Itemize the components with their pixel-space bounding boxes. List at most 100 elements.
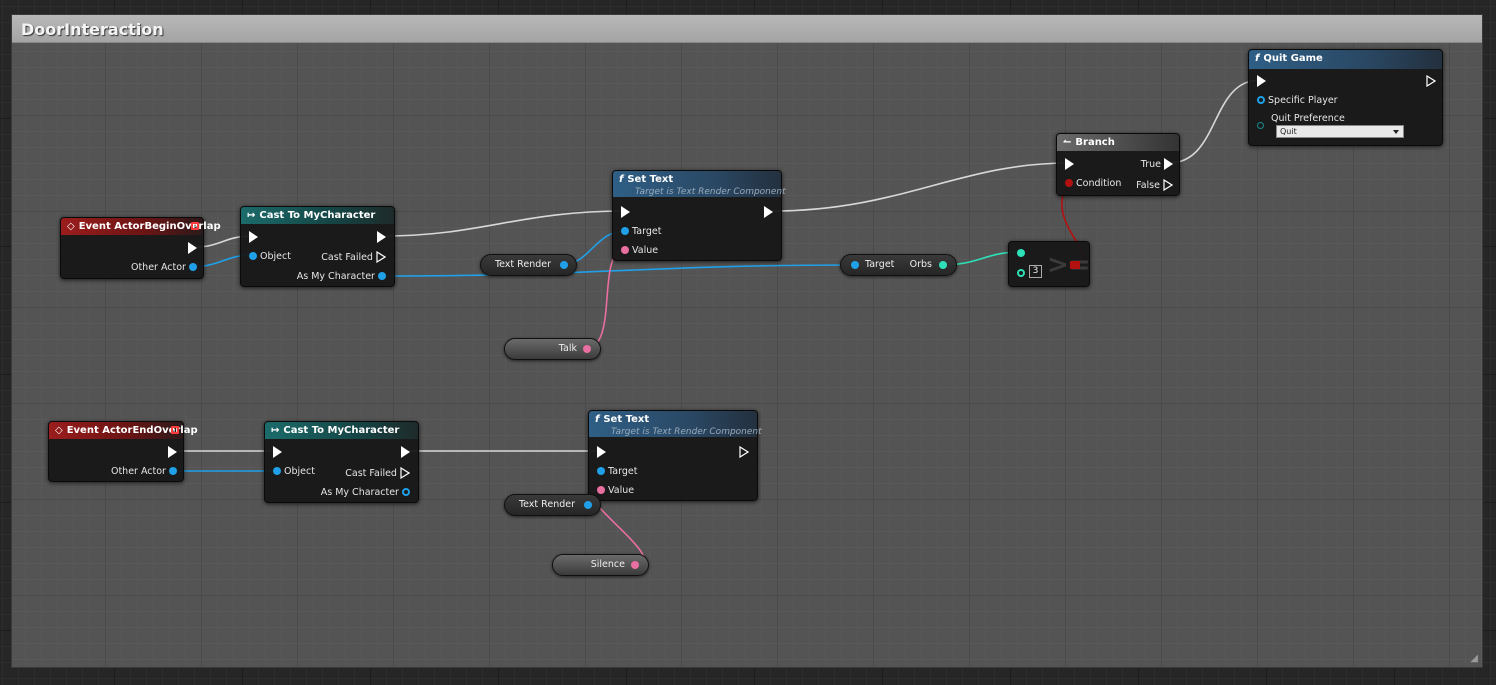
pin-label: Value — [608, 485, 635, 496]
exec-in-pin[interactable] — [1065, 158, 1074, 171]
integer-pin-icon[interactable] — [939, 261, 947, 269]
node-header[interactable]: ◇ Event ActorEndOverlap — [49, 422, 198, 439]
node-header[interactable]: f Quit Game — [1249, 50, 1442, 69]
object-pin[interactable]: Object — [273, 466, 315, 478]
pin-label: Object — [284, 466, 315, 477]
delegate-pin-icon[interactable] — [191, 222, 199, 230]
node-title: Set Text — [603, 414, 650, 425]
exec-in-icon — [249, 231, 258, 243]
blueprint-graph[interactable]: DoorInteraction ◢ ◇ Event ActorBeginOver… — [0, 0, 1496, 685]
orbs-getter-node[interactable]: Target Orbs — [840, 254, 957, 276]
false-pin[interactable]: False — [1136, 179, 1173, 192]
delegate-pin-icon[interactable] — [171, 426, 179, 434]
greater-equal-compare-node[interactable]: 3 >= — [1008, 241, 1091, 287]
true-pin[interactable]: True — [1141, 158, 1173, 171]
node-header[interactable]: ◇ Event ActorBeginOverlap — [61, 218, 221, 235]
exec-out-icon — [764, 206, 773, 218]
node-header[interactable]: ↼ Branch — [1057, 134, 1179, 151]
enum-pin-icon[interactable] — [1257, 122, 1264, 129]
target-pin[interactable]: Target — [597, 466, 637, 478]
comment-title[interactable]: DoorInteraction — [12, 15, 1482, 43]
pin-label: Value — [632, 245, 659, 256]
quit-game-node[interactable]: f Quit Game Specific Player Quit Preferen… — [1248, 49, 1443, 146]
text-render-variable[interactable]: Text Render — [480, 254, 577, 276]
node-header[interactable]: ↦ Cast To MyCharacter — [241, 207, 394, 224]
exec-out-icon — [739, 446, 749, 458]
exec-out-pin[interactable] — [188, 242, 197, 255]
pin-label: Other Actor — [130, 262, 186, 273]
node-header[interactable]: ↦ Cast To MyCharacter — [265, 422, 418, 439]
node-header[interactable]: f Set Text Target is Text Render Componen… — [613, 171, 786, 197]
silence-text-literal[interactable]: Silence — [552, 554, 649, 576]
integer-pin-icon[interactable] — [1017, 249, 1025, 257]
integer-pin-icon[interactable] — [1017, 269, 1025, 277]
exec-out-pin[interactable] — [739, 446, 749, 459]
exec-out-pin[interactable] — [1426, 75, 1436, 88]
quit-preference-dropdown[interactable]: Quit — [1276, 125, 1404, 138]
target-label: Target — [865, 259, 895, 270]
text-render-variable[interactable]: Text Render — [504, 494, 601, 516]
cast-icon: ↦ — [247, 210, 256, 221]
object-pin-icon — [621, 227, 629, 235]
object-pin-icon — [249, 252, 257, 260]
event-icon: ◇ — [67, 221, 75, 232]
object-pin-icon[interactable] — [851, 261, 859, 269]
target-pin[interactable]: Target — [621, 226, 661, 238]
as-my-character-pin[interactable]: As My Character — [297, 271, 386, 283]
node-title: Branch — [1075, 137, 1115, 148]
function-icon: f — [1255, 53, 1260, 64]
cast-to-mycharacter-node[interactable]: ↦ Cast To MyCharacter Object Cast Failed … — [240, 206, 395, 287]
text-pin-icon — [597, 486, 605, 494]
set-text-node[interactable]: f Set Text Target is Text Render Componen… — [612, 170, 786, 261]
talk-text-literal[interactable]: Talk — [504, 338, 601, 360]
text-pin-icon[interactable] — [631, 561, 639, 569]
pin-label: As My Character — [320, 487, 399, 498]
cast-failed-pin[interactable]: Cast Failed — [321, 251, 386, 264]
variable-label: Text Render — [494, 259, 551, 270]
greater-equal-icon: >= — [1047, 250, 1091, 280]
exec-out-pin[interactable] — [401, 446, 410, 459]
condition-pin[interactable]: Condition — [1065, 178, 1121, 190]
exec-in-pin[interactable] — [249, 231, 258, 244]
node-header[interactable]: f Set Text Target is Text Render Componen… — [589, 411, 762, 437]
object-pin-icon[interactable] — [560, 261, 568, 269]
boolean-pin-icon[interactable] — [1070, 261, 1080, 269]
event-actor-end-overlap-node[interactable]: ◇ Event ActorEndOverlap Other Actor — [48, 421, 198, 482]
exec-out-pin[interactable] — [168, 446, 177, 459]
cast-to-mycharacter-node[interactable]: ↦ Cast To MyCharacter Object Cast Failed … — [264, 421, 419, 503]
integer-input-field[interactable]: 3 — [1029, 265, 1042, 278]
pin-label: Specific Player — [1268, 95, 1338, 106]
object-pin-icon — [273, 467, 281, 475]
value-pin[interactable]: Value — [621, 245, 658, 257]
variable-label: Silence — [590, 559, 625, 570]
node-title: Event ActorBeginOverlap — [78, 221, 221, 232]
exec-in-pin[interactable] — [597, 446, 606, 459]
resize-grip-icon[interactable]: ◢ — [1470, 653, 1478, 664]
text-pin-icon[interactable] — [583, 345, 591, 353]
node-subtitle: Target is Text Render Component — [611, 427, 762, 437]
exec-out-pin[interactable] — [764, 206, 773, 219]
branch-node[interactable]: ↼ Branch True Condition False — [1056, 133, 1180, 196]
pin-label: Condition — [1076, 178, 1122, 189]
as-my-character-pin[interactable]: As My Character — [321, 487, 410, 499]
text-pin-icon — [621, 246, 629, 254]
cast-failed-pin[interactable]: Cast Failed — [345, 467, 410, 480]
specific-player-pin[interactable]: Specific Player — [1257, 95, 1338, 107]
object-pin-icon — [189, 263, 197, 271]
exec-in-pin[interactable] — [273, 446, 282, 459]
variable-label: Text Render — [518, 499, 575, 510]
exec-in-pin[interactable] — [621, 206, 630, 219]
object-pin[interactable]: Object — [249, 251, 291, 263]
other-actor-pin[interactable]: Other Actor — [111, 466, 177, 478]
object-pin-icon[interactable] — [584, 501, 592, 509]
event-actor-begin-overlap-node[interactable]: ◇ Event ActorBeginOverlap Other Actor — [60, 217, 221, 279]
value-pin[interactable]: Value — [597, 485, 634, 497]
exec-in-pin[interactable] — [1257, 75, 1266, 88]
other-actor-pin[interactable]: Other Actor — [131, 262, 197, 274]
exec-out-icon — [1163, 179, 1173, 191]
exec-in-icon — [1065, 158, 1074, 170]
pin-label: Cast Failed — [321, 252, 373, 263]
exec-out-pin[interactable] — [377, 231, 386, 244]
exec-in-icon — [1257, 75, 1266, 87]
set-text-node[interactable]: f Set Text Target is Text Render Componen… — [588, 410, 762, 501]
